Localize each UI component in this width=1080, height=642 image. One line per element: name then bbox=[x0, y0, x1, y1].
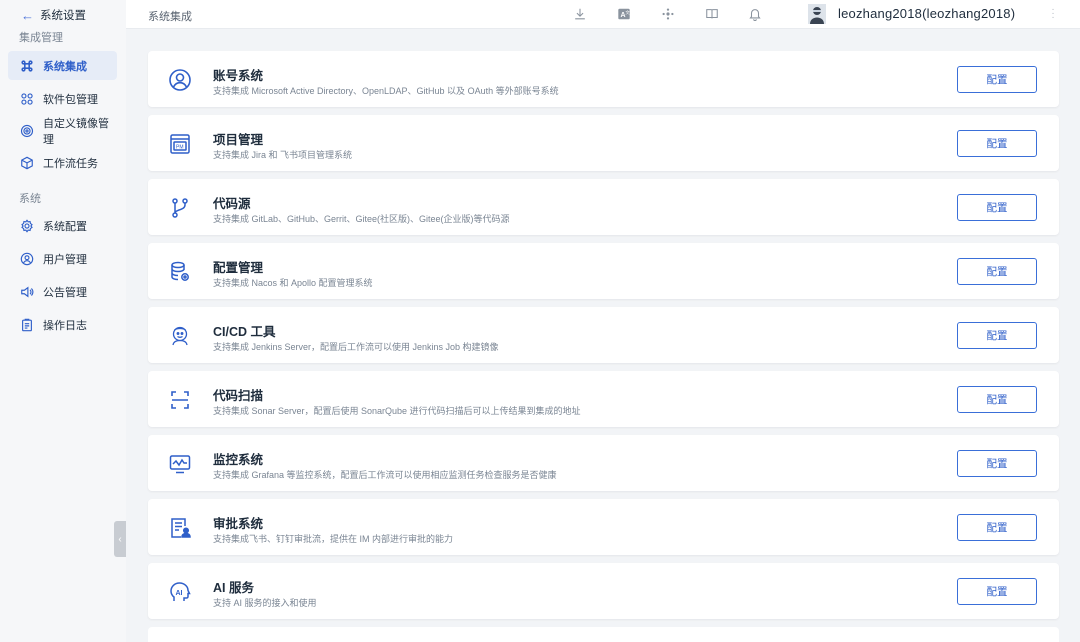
configure-button[interactable]: 配置 bbox=[957, 578, 1037, 605]
sidebar-item-system-integration[interactable]: 系统集成 bbox=[8, 51, 117, 80]
plugin-icon[interactable] bbox=[661, 7, 675, 21]
sidebar-item-packages[interactable]: 软件包管理 bbox=[8, 84, 117, 113]
user-icon bbox=[20, 252, 34, 265]
project-management-icon: PM bbox=[170, 134, 190, 154]
card-title: CI/CD 工具 bbox=[213, 325, 276, 339]
configure-button[interactable]: 配置 bbox=[957, 386, 1037, 413]
ai-icon: AI bbox=[170, 582, 191, 601]
card-description: 支持集成 Nacos 和 Apollo 配置管理系统 bbox=[213, 278, 373, 288]
sidebar-item-system-config[interactable]: 系统配置 bbox=[8, 211, 117, 240]
card-title: AI 服务 bbox=[213, 581, 254, 595]
integration-card-code-source: 代码源 支持集成 GitLab、GitHub、Gerrit、Gitee(社区版)… bbox=[148, 179, 1059, 235]
card-description: 支持集成 Sonar Server，配置后使用 SonarQube 进行代码扫描… bbox=[213, 406, 581, 416]
card-description: 支持集成 Jenkins Server，配置后工作流可以使用 Jenkins J… bbox=[213, 342, 499, 352]
download-icon[interactable] bbox=[573, 7, 587, 21]
svg-text:AI: AI bbox=[176, 590, 183, 597]
sidebar-item-label: 用户管理 bbox=[43, 253, 87, 266]
sidebar-item-label: 工作流任务 bbox=[43, 157, 98, 170]
grid-icon bbox=[21, 92, 33, 105]
sidebar-item-label: 系统集成 bbox=[43, 60, 87, 73]
target-icon bbox=[20, 124, 34, 137]
breadcrumb: 系统集成 bbox=[148, 11, 192, 23]
sidebar-item-operation-logs[interactable]: 操作日志 bbox=[8, 310, 117, 339]
configure-button[interactable]: 配置 bbox=[957, 194, 1037, 221]
monitor-icon bbox=[169, 455, 191, 474]
integration-card-ai-service: AI AI 服务 支持 AI 服务的接入和使用 配置 bbox=[148, 563, 1059, 619]
card-description: 支持集成 Grafana 等监控系统，配置后工作流可以使用相应监测任务检查服务是… bbox=[213, 470, 557, 480]
cube-icon bbox=[21, 156, 33, 169]
card-title: 代码源 bbox=[213, 197, 251, 211]
sidebar-item-announcements[interactable]: 公告管理 bbox=[8, 277, 117, 306]
back-to-settings[interactable]: ← 系统设置 bbox=[21, 7, 86, 23]
sidebar-item-custom-images[interactable]: 自定义镜像管理 bbox=[8, 116, 117, 146]
database-settings-icon bbox=[171, 261, 189, 281]
card-title: 监控系统 bbox=[213, 453, 264, 467]
card-description: 支持集成 GitLab、GitHub、Gerrit、Gitee(社区版)、Git… bbox=[213, 214, 510, 224]
card-description: 支持集成 Jira 和 飞书项目管理系统 bbox=[213, 150, 353, 160]
integration-card-partial bbox=[148, 627, 1059, 642]
clipboard-icon bbox=[22, 318, 32, 331]
svg-text:文: 文 bbox=[625, 9, 630, 16]
configure-button[interactable]: 配置 bbox=[957, 130, 1037, 157]
card-description: 支持 AI 服务的接入和使用 bbox=[213, 598, 317, 608]
top-header: 系统集成 A文 leozhang2018(leozhang2018) · · · bbox=[126, 0, 1080, 29]
back-label: 系统设置 bbox=[40, 10, 86, 22]
git-branch-icon bbox=[172, 198, 188, 218]
group-label-system: 系统 bbox=[19, 193, 41, 205]
sidebar-item-label: 软件包管理 bbox=[43, 93, 98, 106]
more-vertical-icon[interactable]: · · · bbox=[1050, 5, 1056, 23]
sidebar-item-user-management[interactable]: 用户管理 bbox=[8, 244, 117, 273]
approval-icon bbox=[171, 518, 191, 538]
card-description: 支持集成 Microsoft Active Directory、OpenLDAP… bbox=[213, 86, 559, 96]
integration-card-project-management: PM 项目管理 支持集成 Jira 和 飞书项目管理系统 配置 bbox=[148, 115, 1059, 171]
configure-button[interactable]: 配置 bbox=[957, 514, 1037, 541]
bell-icon[interactable] bbox=[748, 7, 762, 21]
svg-text:PM: PM bbox=[176, 144, 184, 150]
configure-button[interactable]: 配置 bbox=[957, 258, 1037, 285]
avatar[interactable] bbox=[808, 4, 826, 24]
sidebar-item-label: 自定义镜像管理 bbox=[43, 117, 109, 146]
username[interactable]: leozhang2018(leozhang2018) bbox=[838, 6, 1015, 21]
integration-card-cicd: CI/CD 工具 支持集成 Jenkins Server，配置后工作流可以使用 … bbox=[148, 307, 1059, 363]
integration-card-approval: 审批系统 支持集成飞书、钉钉审批流，提供在 IM 内部进行审批的能力 配置 bbox=[148, 499, 1059, 555]
configure-button[interactable]: 配置 bbox=[957, 66, 1037, 93]
integration-card-config-management: 配置管理 支持集成 Nacos 和 Apollo 配置管理系统 配置 bbox=[148, 243, 1059, 299]
integration-card-code-scan: 代码扫描 支持集成 Sonar Server，配置后使用 SonarQube 进… bbox=[148, 371, 1059, 427]
card-title: 账号系统 bbox=[213, 69, 264, 83]
chevron-left-icon: ‹ bbox=[118, 533, 122, 545]
sidebar-item-label: 系统配置 bbox=[43, 220, 87, 233]
sidebar-item-workflow-tasks[interactable]: 工作流任务 bbox=[8, 148, 117, 177]
sidebar-collapse-handle[interactable]: ‹ bbox=[114, 521, 126, 557]
card-title: 审批系统 bbox=[213, 517, 264, 531]
speaker-icon bbox=[21, 285, 34, 298]
card-title: 配置管理 bbox=[213, 261, 264, 275]
integration-card-account: 账号系统 支持集成 Microsoft Active Directory、Ope… bbox=[148, 51, 1059, 107]
integration-card-monitoring: 监控系统 支持集成 Grafana 等监控系统，配置后工作流可以使用相应监测任务… bbox=[148, 435, 1059, 491]
sidebar-item-label: 操作日志 bbox=[43, 319, 87, 332]
jenkins-icon bbox=[172, 326, 188, 346]
book-icon[interactable] bbox=[705, 7, 719, 21]
arrow-left-icon: ← bbox=[21, 7, 34, 23]
gear-icon bbox=[21, 218, 33, 233]
sidebar-item-label: 公告管理 bbox=[43, 286, 87, 299]
account-icon bbox=[169, 69, 191, 91]
sidebar: ← 系统设置 集成管理 系统集成 软件包管理 自定义镜像管理 工作流任务 系统 … bbox=[0, 0, 126, 642]
card-title: 项目管理 bbox=[213, 133, 264, 147]
card-description: 支持集成飞书、钉钉审批流，提供在 IM 内部进行审批的能力 bbox=[213, 534, 454, 544]
scan-icon bbox=[171, 391, 189, 409]
translate-icon[interactable]: A文 bbox=[617, 7, 631, 21]
group-label-integration: 集成管理 bbox=[19, 32, 63, 44]
configure-button[interactable]: 配置 bbox=[957, 450, 1037, 477]
configure-button[interactable]: 配置 bbox=[957, 322, 1037, 349]
command-icon bbox=[21, 59, 33, 72]
card-title: 代码扫描 bbox=[213, 389, 264, 403]
